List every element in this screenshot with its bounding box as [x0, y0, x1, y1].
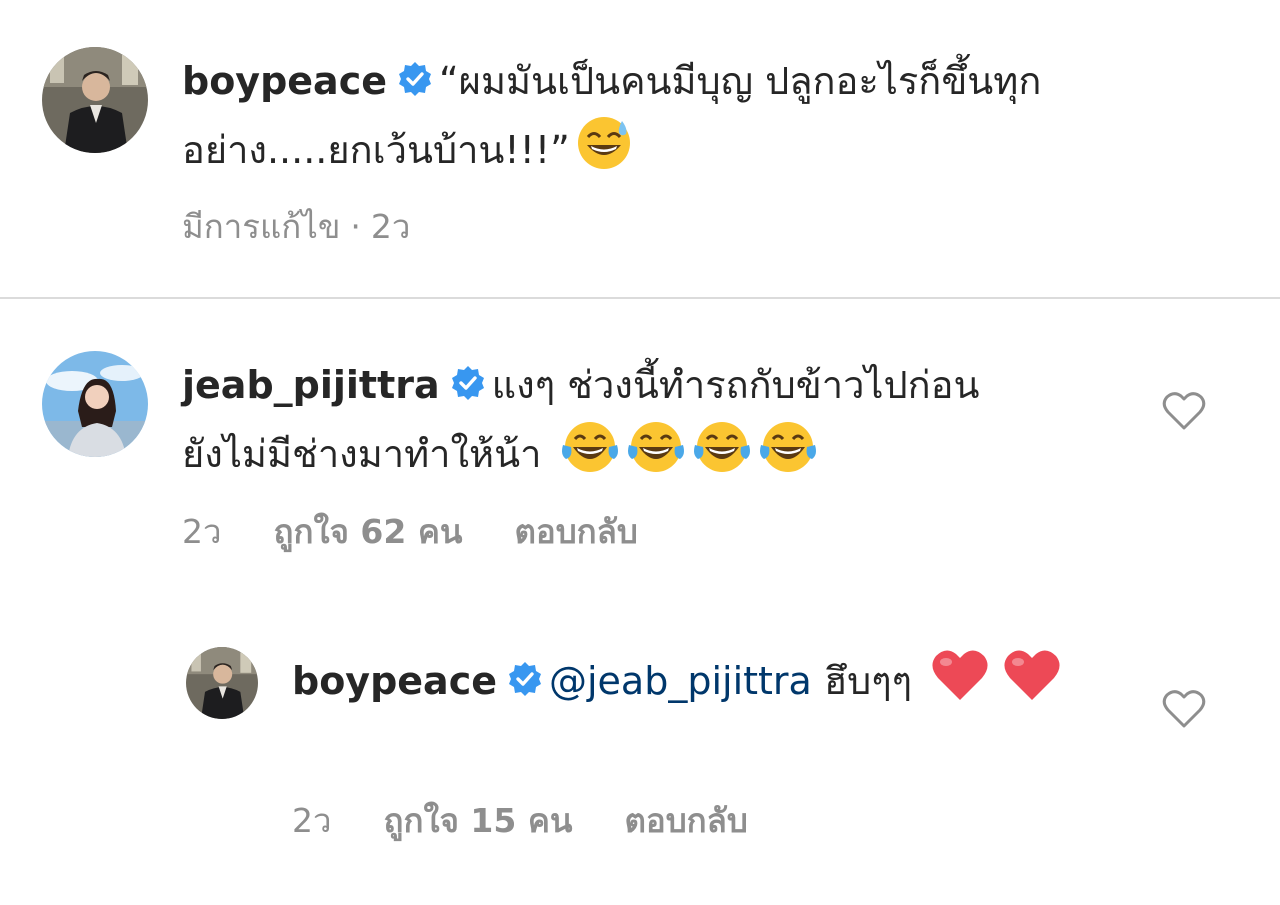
- reply-body: ฮึบๆๆ: [823, 659, 913, 703]
- verified-badge-icon: [397, 53, 433, 115]
- comment-username[interactable]: jeab_pijittra: [182, 363, 440, 407]
- comment-time: 2ว: [182, 512, 222, 551]
- avatar[interactable]: [186, 647, 258, 719]
- likes-count[interactable]: ถูกใจ 62 คน: [274, 512, 463, 551]
- verified-badge-icon: [507, 653, 543, 715]
- red-heart-icon: [1002, 648, 1062, 720]
- heart-outline-icon[interactable]: [1162, 689, 1206, 729]
- reply-meta: 2ว ถูกใจ 15 คน ตอบกลับ: [292, 794, 800, 847]
- reply-username[interactable]: boypeace: [292, 659, 497, 703]
- face-with-tears-of-joy-icon: [692, 419, 752, 493]
- meta-separator: ·: [350, 207, 361, 246]
- edited-label: มีการแก้ไข: [182, 207, 341, 246]
- sweat-smile-emoji: [576, 115, 632, 189]
- comment-meta: 2ว ถูกใจ 62 คน ตอบกลับ: [182, 505, 690, 558]
- reply-text: boypeace @jeab_pijittra ฮึบๆๆ: [292, 648, 1112, 720]
- reply-button[interactable]: ตอบกลับ: [514, 512, 637, 551]
- caption-meta: มีการแก้ไข · 2ว: [182, 200, 462, 253]
- caption-time: 2ว: [370, 207, 411, 246]
- red-heart-icon: [930, 648, 990, 720]
- divider: [0, 297, 1280, 299]
- mention-link[interactable]: @jeab_pijittra: [549, 659, 812, 703]
- caption-username[interactable]: boypeace: [182, 59, 387, 103]
- face-with-tears-of-joy-icon: [758, 419, 818, 493]
- face-with-tears-of-joy-icon: [626, 419, 686, 493]
- avatar[interactable]: [42, 47, 148, 153]
- likes-count[interactable]: ถูกใจ 15 คน: [384, 801, 573, 840]
- reply-button[interactable]: ตอบกลับ: [624, 801, 747, 840]
- heart-outline-icon[interactable]: [1162, 391, 1206, 431]
- caption-text: boypeace “ผมมันเป็นคนมีบุญ ปลูกอะไรก็ขึ้น…: [182, 50, 1202, 189]
- comment-text: jeab_pijittra แงๆ ช่วงนี้ทำรถกับข้าวไปก่อ…: [182, 354, 1032, 493]
- reply-time: 2ว: [292, 801, 332, 840]
- avatar[interactable]: [42, 351, 148, 457]
- face-with-tears-of-joy-icon: [560, 419, 620, 493]
- verified-badge-icon: [450, 357, 486, 419]
